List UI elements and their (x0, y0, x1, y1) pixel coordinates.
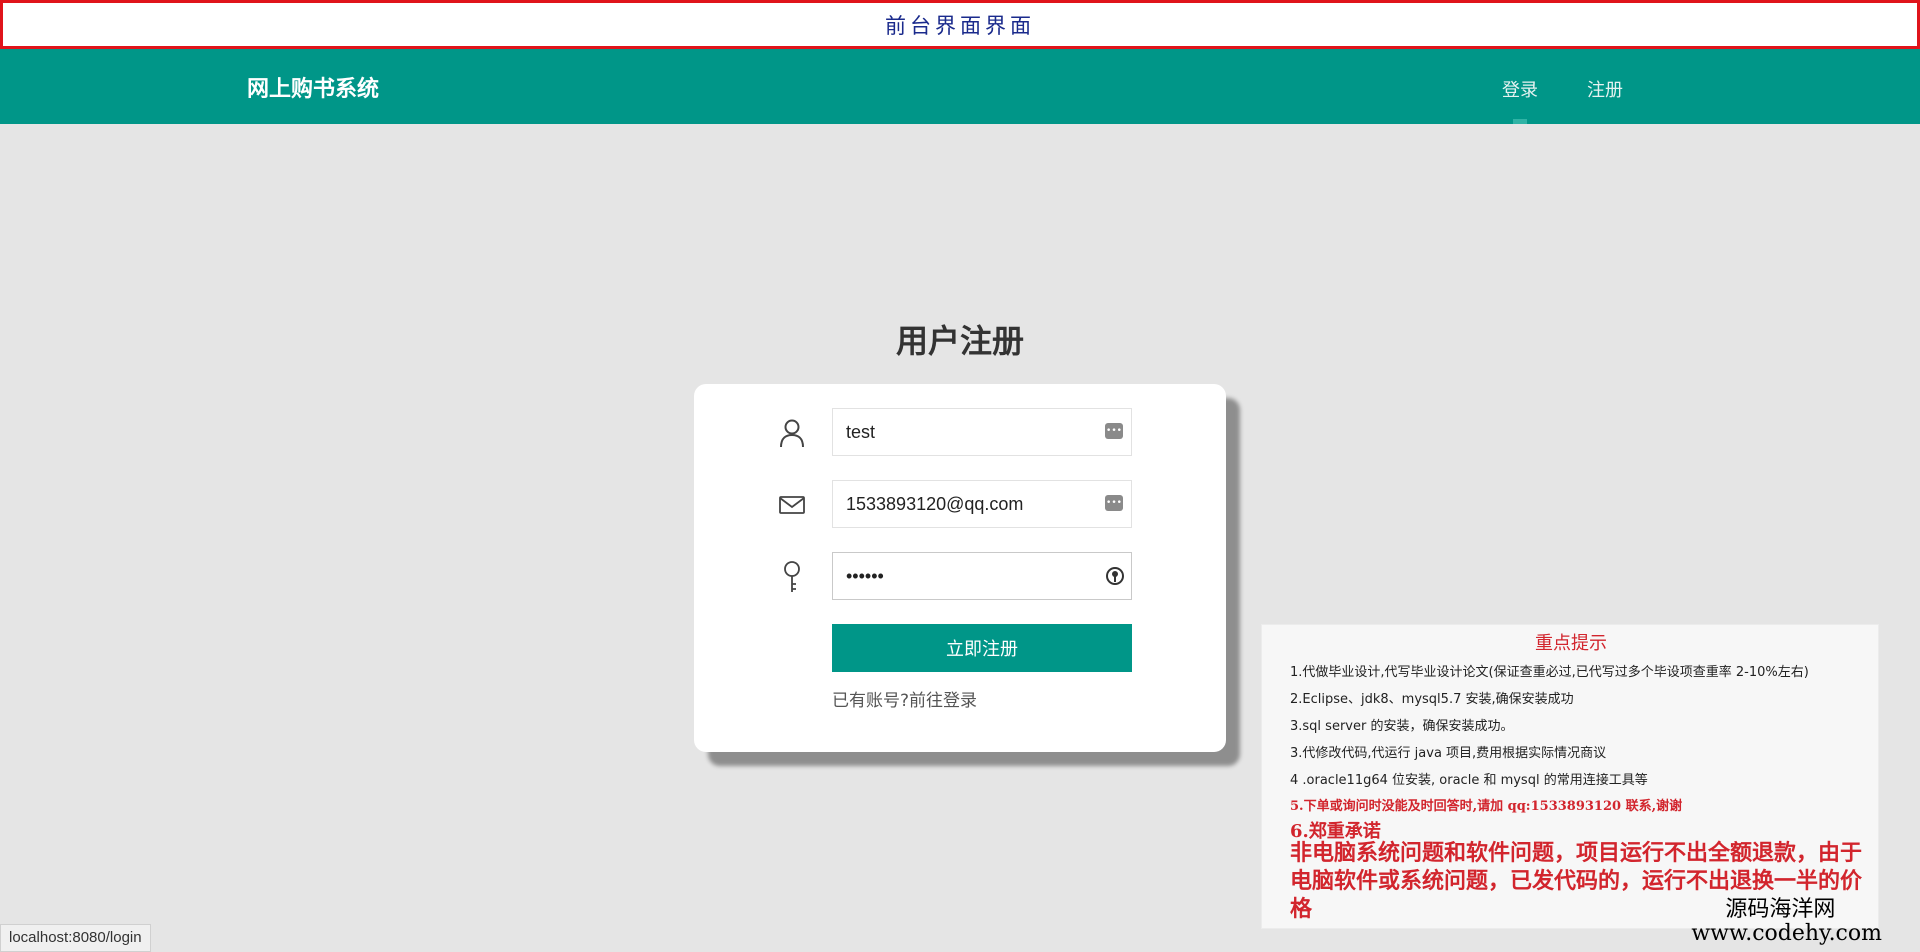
nav-login-link[interactable]: 登录 (1502, 76, 1538, 102)
nav-active-indicator (1513, 119, 1527, 124)
notice-title: 重点提示 (1535, 633, 1607, 654)
mail-icon (778, 490, 806, 520)
register-submit-button[interactable]: 立即注册 (832, 624, 1132, 672)
page-title: 用户注册 (895, 322, 1024, 360)
top-banner: 前台界面界面 (0, 0, 1920, 49)
notice-line: 1.代做毕业设计,代写毕业设计论文(保证查重必过,已代写过多个毕设项查重率 2-… (1290, 665, 1809, 680)
password-row (694, 552, 1226, 600)
password-input[interactable] (832, 552, 1132, 600)
site-watermark: 源码海洋网 www.codehy.com (1691, 897, 1882, 946)
email-row: ••• (694, 480, 1226, 528)
goto-login-link[interactable]: 前往登录 (909, 691, 977, 711)
login-hint: 已有账号?前往登录 (832, 686, 977, 711)
username-input[interactable] (832, 408, 1132, 456)
site-brand[interactable]: 网上购书系统 (247, 71, 379, 103)
notice-line: 4 .oracle11g64 位安装, oracle 和 mysql 的常用连接… (1290, 773, 1648, 788)
status-bar-url: localhost:8080/login (0, 924, 151, 952)
nav-register-link[interactable]: 注册 (1587, 76, 1623, 102)
username-row: ••• (694, 408, 1226, 456)
autofill-icon[interactable]: ••• (1105, 495, 1123, 511)
register-card: ••• ••• 立即注册 已有账号?前往登录 (694, 384, 1226, 752)
notice-line-contact: 5.下单或询问时没能及时回答时,请加 qq:1533893120 联系,谢谢 (1290, 799, 1683, 814)
email-input[interactable] (832, 480, 1132, 528)
user-icon (778, 418, 806, 448)
notice-panel: 重点提示 1.代做毕业设计,代写毕业设计论文(保证查重必过,已代写过多个毕设项查… (1261, 624, 1879, 929)
notice-line: 3.代修改代码,代运行 java 项目,费用根据实际情况商议 (1290, 746, 1607, 761)
watermark-name: 源码海洋网 (1725, 897, 1836, 922)
password-manager-icon[interactable] (1105, 566, 1125, 586)
watermark-url: www.codehy.com (1691, 921, 1882, 946)
notice-line: 2.Eclipse、jdk8、mysql5.7 安装,确保安装成功 (1290, 692, 1574, 707)
banner-text: 前台界面界面 (885, 13, 1035, 38)
key-icon (778, 561, 806, 592)
notice-line: 3.sql server 的安装，确保安装成功。 (1290, 719, 1514, 734)
autofill-icon[interactable]: ••• (1105, 423, 1123, 439)
login-hint-prefix: 已有账号? (832, 691, 910, 711)
navbar: 网上购书系统 登录 注册 (0, 49, 1920, 124)
